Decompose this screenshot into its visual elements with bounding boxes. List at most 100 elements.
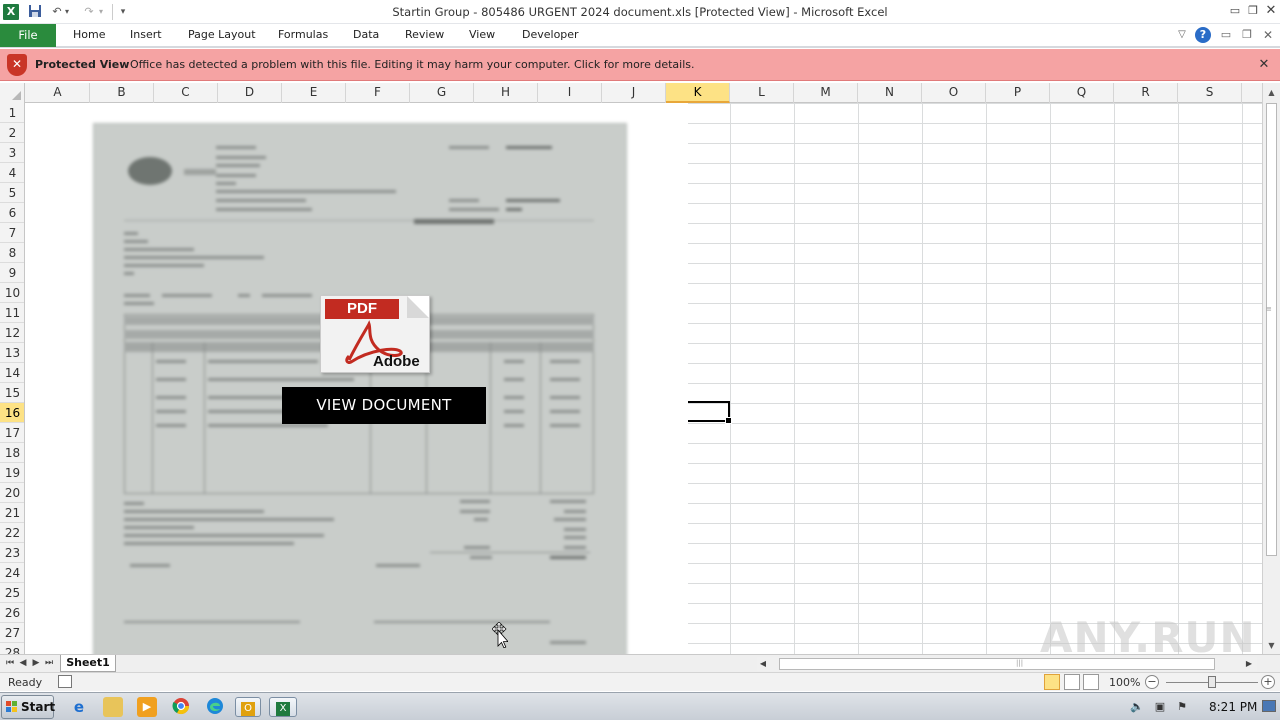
column-header-m[interactable]: M <box>794 83 858 103</box>
protected-view-bar[interactable]: ✕ Protected View Office has detected a p… <box>0 49 1280 81</box>
vertical-scrollbar[interactable]: ▲ ≡ ▼ <box>1262 83 1280 654</box>
column-header-h[interactable]: H <box>474 83 538 103</box>
tab-page-layout[interactable]: Page Layout <box>188 28 256 41</box>
row-header-22[interactable]: 22 <box>0 523 24 543</box>
start-button[interactable]: Start <box>1 695 55 719</box>
show-desktop-icon[interactable] <box>1262 700 1276 712</box>
row-header-9[interactable]: 9 <box>0 263 24 283</box>
column-header-j[interactable]: J <box>602 83 666 103</box>
row-header-17[interactable]: 17 <box>0 423 24 443</box>
first-sheet-icon[interactable]: ⏮ <box>4 657 16 670</box>
chrome-icon[interactable] <box>171 697 191 717</box>
redo-dropdown-icon[interactable]: ▾ <box>96 4 106 20</box>
column-header-g[interactable]: G <box>410 83 474 103</box>
help-icon[interactable]: ? <box>1195 27 1211 43</box>
sheet-tab-sheet1[interactable]: Sheet1 <box>60 655 116 672</box>
vertical-scroll-thumb[interactable] <box>1266 103 1277 556</box>
column-header-o[interactable]: O <box>922 83 986 103</box>
row-header-12[interactable]: 12 <box>0 323 24 343</box>
tab-review[interactable]: Review <box>405 28 444 41</box>
tab-data[interactable]: Data <box>353 28 379 41</box>
action-center-flag-icon[interactable]: ⚑ <box>1175 700 1189 714</box>
network-icon[interactable]: ▣ <box>1153 700 1167 714</box>
undo-dropdown-icon[interactable]: ▾ <box>62 4 72 20</box>
scroll-left-icon[interactable]: ◀ <box>757 657 769 670</box>
column-header-n[interactable]: N <box>858 83 922 103</box>
row-header-5[interactable]: 5 <box>0 183 24 203</box>
workbook-close-icon[interactable]: ✕ <box>1260 27 1276 43</box>
column-header-r[interactable]: R <box>1114 83 1178 103</box>
column-header-l[interactable]: L <box>730 83 794 103</box>
protected-view-message[interactable]: Office has detected a problem with this … <box>130 58 695 71</box>
row-header-15[interactable]: 15 <box>0 383 24 403</box>
row-header-6[interactable]: 6 <box>0 203 24 223</box>
zoom-in-icon[interactable]: + <box>1261 675 1275 689</box>
zoom-slider-thumb[interactable] <box>1208 676 1216 688</box>
active-cell-selection[interactable] <box>688 401 732 424</box>
column-header-a[interactable]: A <box>26 83 90 103</box>
close-icon[interactable]: ✕ <box>1256 57 1272 73</box>
volume-icon[interactable]: 🔈 <box>1130 700 1144 714</box>
zoom-level[interactable]: 100% <box>1109 676 1140 689</box>
last-sheet-icon[interactable]: ⏭ <box>43 657 55 670</box>
row-header-21[interactable]: 21 <box>0 503 24 523</box>
row-header-26[interactable]: 26 <box>0 603 24 623</box>
row-header-27[interactable]: 27 <box>0 623 24 643</box>
zoom-out-icon[interactable]: − <box>1145 675 1159 689</box>
close-window-icon[interactable]: ✕ <box>1262 2 1280 20</box>
scroll-down-icon[interactable]: ▼ <box>1265 639 1278 652</box>
row-header-14[interactable]: 14 <box>0 363 24 383</box>
minimize-window-icon[interactable]: ▭ <box>1226 2 1244 20</box>
customize-qat-icon[interactable]: ▾ <box>114 4 132 20</box>
row-header-11[interactable]: 11 <box>0 303 24 323</box>
tab-developer[interactable]: Developer <box>522 28 579 41</box>
row-header-1[interactable]: 1 <box>0 103 24 123</box>
file-explorer-icon[interactable] <box>103 697 123 717</box>
tab-formulas[interactable]: Formulas <box>278 28 328 41</box>
column-header-e[interactable]: E <box>282 83 346 103</box>
minimize-ribbon-icon[interactable]: ▽ <box>1174 27 1190 43</box>
row-header-13[interactable]: 13 <box>0 343 24 363</box>
select-all-corner[interactable] <box>0 83 25 103</box>
column-header-d[interactable]: D <box>218 83 282 103</box>
tab-insert[interactable]: Insert <box>130 28 162 41</box>
row-header-10[interactable]: 10 <box>0 283 24 303</box>
prev-sheet-icon[interactable]: ◀ <box>17 657 29 670</box>
internet-explorer-icon[interactable]: e <box>69 697 89 717</box>
row-header-18[interactable]: 18 <box>0 443 24 463</box>
column-header-c[interactable]: C <box>154 83 218 103</box>
view-document-button[interactable]: VIEW DOCUMENT <box>282 387 486 424</box>
row-header-20[interactable]: 20 <box>0 483 24 503</box>
column-header-q[interactable]: Q <box>1050 83 1114 103</box>
edge-icon[interactable] <box>205 697 225 717</box>
worksheet-grid[interactable]: PDF Adobe VIEW DOCUMENT <box>26 103 1262 654</box>
pdf-file-icon[interactable]: PDF Adobe <box>320 295 430 373</box>
scroll-up-icon[interactable]: ▲ <box>1265 86 1278 99</box>
macro-record-icon[interactable] <box>58 675 72 688</box>
page-layout-view-icon[interactable] <box>1064 674 1080 690</box>
row-header-28[interactable]: 28 <box>0 643 24 654</box>
normal-view-icon[interactable] <box>1044 674 1060 690</box>
column-header-p[interactable]: P <box>986 83 1050 103</box>
row-header-7[interactable]: 7 <box>0 223 24 243</box>
page-break-view-icon[interactable] <box>1083 674 1099 690</box>
row-header-25[interactable]: 25 <box>0 583 24 603</box>
row-header-8[interactable]: 8 <box>0 243 24 263</box>
next-sheet-icon[interactable]: ▶ <box>30 657 42 670</box>
tab-view[interactable]: View <box>469 28 495 41</box>
excel-taskbar-icon[interactable]: X <box>269 697 297 717</box>
column-header-b[interactable]: B <box>90 83 154 103</box>
row-header-23[interactable]: 23 <box>0 543 24 563</box>
row-header-19[interactable]: 19 <box>0 463 24 483</box>
excel-app-icon[interactable]: X <box>3 4 19 20</box>
column-header-k[interactable]: K <box>666 83 730 103</box>
restore-window-icon[interactable]: ❐ <box>1244 2 1262 20</box>
row-header-2[interactable]: 2 <box>0 123 24 143</box>
tab-file[interactable]: File <box>0 24 56 47</box>
column-header-i[interactable]: I <box>538 83 602 103</box>
media-player-icon[interactable]: ▶ <box>137 697 157 717</box>
clock[interactable]: 8:21 PM <box>1209 700 1257 714</box>
workbook-minimize-icon[interactable]: ▭ <box>1218 27 1234 43</box>
row-header-24[interactable]: 24 <box>0 563 24 583</box>
column-header-f[interactable]: F <box>346 83 410 103</box>
